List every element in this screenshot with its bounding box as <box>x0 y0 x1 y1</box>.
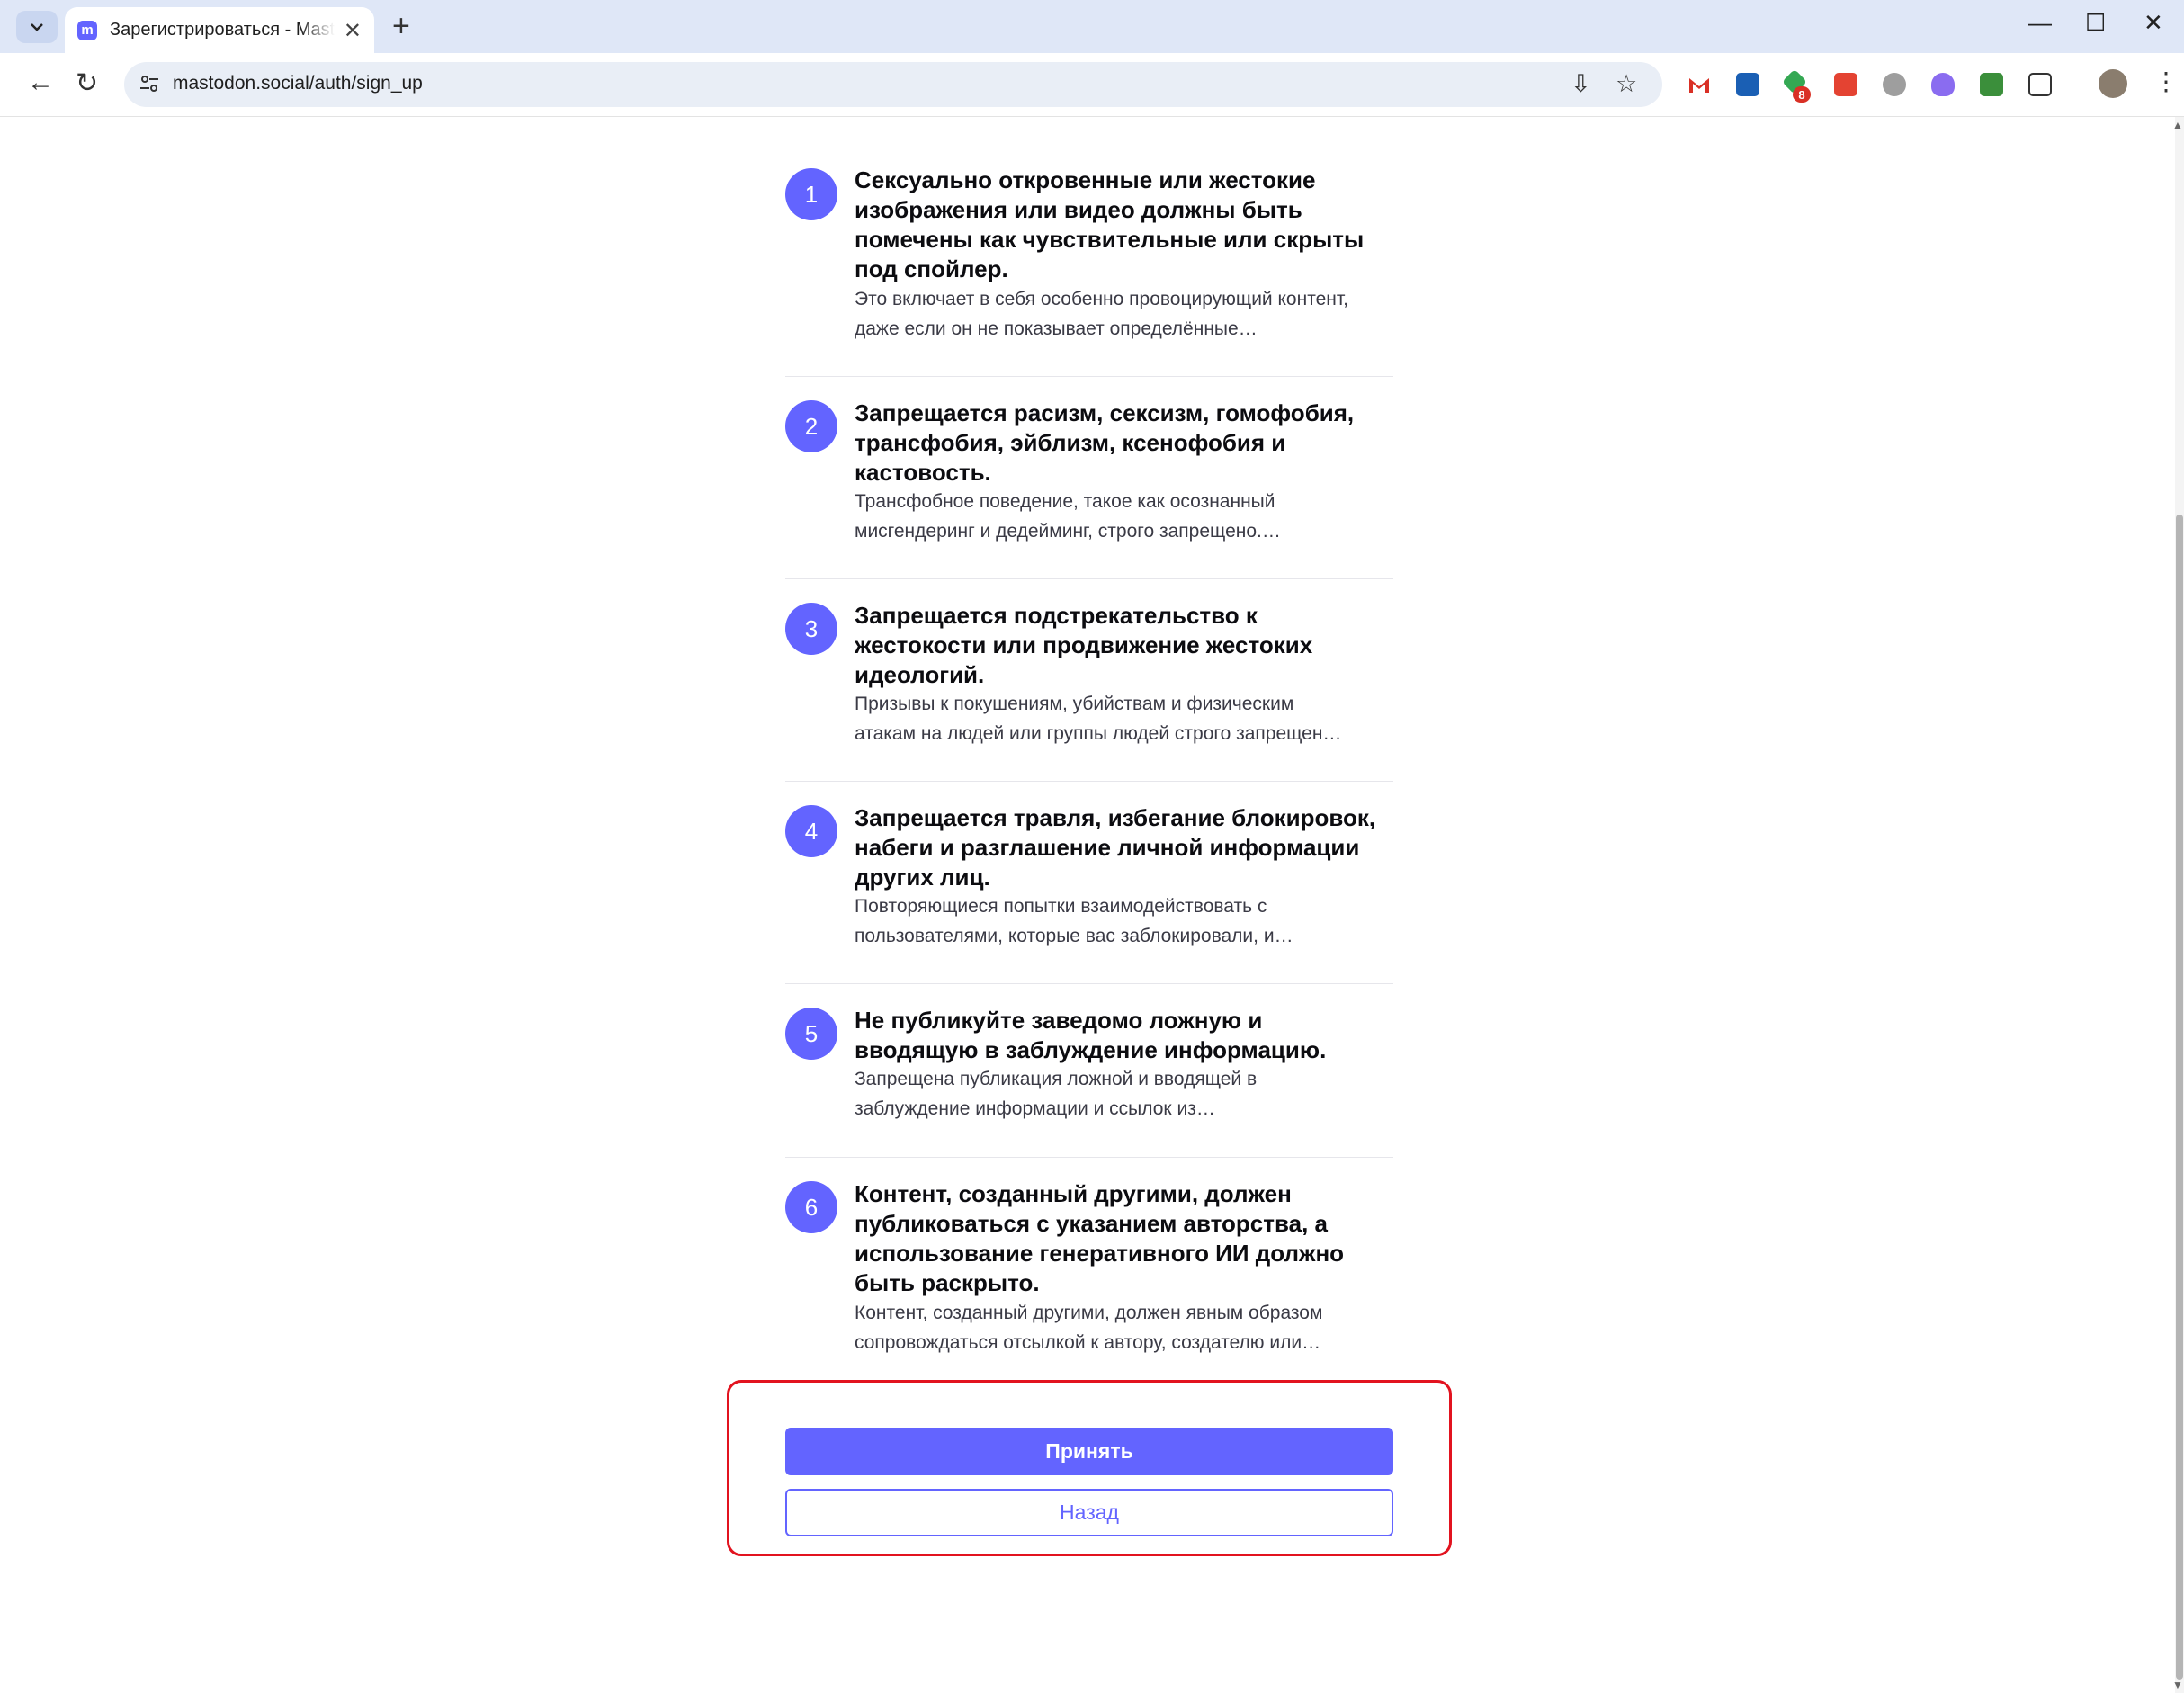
rule-item: 1 Сексуально откровенные или жестокие из… <box>785 162 1393 377</box>
rule-item: 2 Запрещается расизм, сексизм, гомофобия… <box>785 377 1393 579</box>
new-tab-button[interactable]: + <box>392 9 410 44</box>
rule-title: Не публикуйте заведомо ложную и вводящую… <box>855 1007 1327 1063</box>
rule-number: 2 <box>785 400 837 452</box>
gmail-extension-icon[interactable] <box>1687 73 1711 96</box>
close-window-button[interactable]: ✕ <box>2144 9 2163 37</box>
rule-title: Запрещается подстрекательство к жестокос… <box>855 602 1313 688</box>
tab-title: Зарегистрироваться - Mastodon <box>110 20 335 40</box>
rule-description: Трансфобное поведение, такое как осознан… <box>855 491 1281 542</box>
rule-item: 5 Не публикуйте заведомо ложную и вводящ… <box>785 984 1393 1158</box>
rule-item: 4 Запрещается травля, избегание блокиров… <box>785 782 1393 984</box>
back-arrow-icon[interactable]: ← <box>27 67 54 98</box>
extensions-puzzle-icon[interactable] <box>2028 73 2052 96</box>
minimize-button[interactable]: — <box>2028 9 2052 37</box>
server-rules-list: 1 Сексуально откровенные или жестокие из… <box>785 162 1393 1365</box>
extension-badge: 8 <box>1793 86 1811 103</box>
tab-close-icon[interactable]: ✕ <box>344 18 362 44</box>
rule-description: Контент, созданный другими, должен явным… <box>855 1303 1323 1353</box>
rule-number: 6 <box>785 1181 837 1233</box>
rule-title: Сексуально откровенные или жестокие изоб… <box>855 166 1365 282</box>
extension-icon-6[interactable] <box>1931 73 1955 96</box>
maximize-button[interactable]: ☐ <box>2085 9 2106 37</box>
install-app-icon[interactable]: ⇩ <box>1571 70 1591 98</box>
rule-number: 3 <box>785 603 837 655</box>
address-bar[interactable]: mastodon.social/auth/sign_up ⇩ ☆ <box>124 62 1662 107</box>
extension-icon-7[interactable] <box>1980 73 2003 96</box>
rule-item: 6 Контент, созданный другими, должен пуб… <box>785 1158 1393 1365</box>
extension-icon-2[interactable] <box>1736 73 1759 96</box>
rule-title: Запрещается расизм, сексизм, гомофобия, … <box>855 399 1355 486</box>
reload-icon[interactable]: ↻ <box>76 67 98 99</box>
tab-search-button[interactable] <box>16 11 58 43</box>
browser-menu-icon[interactable]: ⋮ <box>2153 67 2179 96</box>
rule-title: Запрещается травля, избегание блокировок… <box>855 804 1376 891</box>
rule-number: 1 <box>785 168 837 220</box>
mastodon-favicon-icon: m <box>77 20 97 40</box>
rule-number: 4 <box>785 805 837 857</box>
back-button[interactable]: Назад <box>785 1489 1393 1536</box>
tab-strip: m Зарегистрироваться - Mastodon ✕ + — ☐ … <box>0 0 2184 53</box>
rule-title: Контент, созданный другими, должен публи… <box>855 1180 1345 1296</box>
active-tab[interactable]: m Зарегистрироваться - Mastodon ✕ <box>65 7 374 53</box>
todoist-extension-icon[interactable] <box>1834 73 1857 96</box>
chevron-down-icon <box>31 23 43 31</box>
scroll-down-arrow[interactable]: ▼ <box>2172 1679 2183 1691</box>
scroll-up-arrow[interactable]: ▲ <box>2172 119 2183 131</box>
profile-avatar[interactable] <box>2099 69 2127 98</box>
site-settings-icon[interactable] <box>137 71 162 96</box>
power-extension-icon[interactable] <box>1883 73 1906 96</box>
bookmark-star-icon[interactable]: ☆ <box>1616 70 1637 98</box>
browser-toolbar: ← ↻ mastodon.social/auth/sign_up ⇩ ☆ 8 ⋮ <box>0 53 2184 117</box>
accept-button[interactable]: Принять <box>785 1428 1393 1475</box>
rule-number: 5 <box>785 1008 837 1060</box>
rule-item: 3 Запрещается подстрекательство к жесток… <box>785 579 1393 782</box>
scrollbar-thumb[interactable] <box>2176 515 2183 1680</box>
rule-description: Это включает в себя особенно провоцирующ… <box>855 289 1348 339</box>
url-text: mastodon.social/auth/sign_up <box>173 73 423 94</box>
rule-description: Призывы к покушениям, убийствам и физиче… <box>855 694 1342 744</box>
rule-description: Повторяющиеся попытки взаимодействовать … <box>855 896 1293 946</box>
rule-description: Запрещена публикация ложной и вводящей в… <box>855 1069 1258 1119</box>
